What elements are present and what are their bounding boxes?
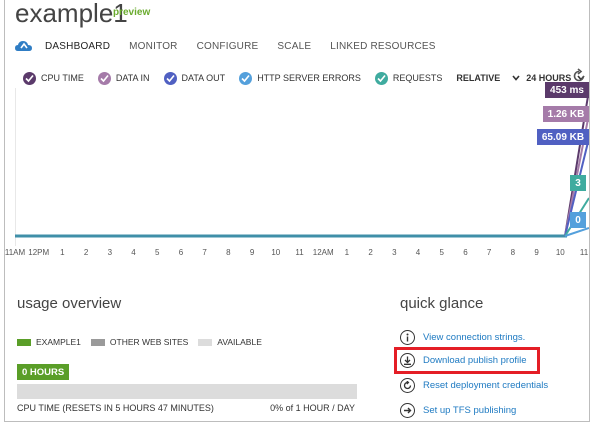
cloud-icon [15,41,32,51]
tab-configure[interactable]: CONFIGURE [197,41,259,52]
highlight-box [394,347,540,374]
tab-scale[interactable]: SCALE [277,41,311,52]
x-tick-label: 7 [486,248,492,257]
relative-toggle[interactable]: RELATIVE [456,73,500,83]
reset-icon [400,378,415,393]
tab-monitor[interactable]: MONITOR [129,41,177,52]
x-tick-label: 7 [202,248,207,257]
x-tick-label: 6 [463,248,468,257]
x-tick-label: 2 [83,248,89,257]
check-icon [374,71,388,85]
nav-bar: DASHBOARD MONITOR CONFIGURE SCALE LINKED… [15,38,455,54]
x-tick-label: 3 [392,248,397,257]
check-icon [23,71,36,85]
link-set-up-tfs-publishing[interactable]: Set up TFS publishing [400,403,516,418]
legend-item-available: AVAILABLE [198,337,262,347]
chart-canvas [14,88,589,246]
x-tick-label: 10 [271,248,281,257]
metric-data-in[interactable]: DATA IN [97,71,150,85]
x-tick-label: 10 [555,248,565,257]
value-label-data-out: 65.09 KB [537,129,589,145]
arrow-right-icon [400,403,415,418]
x-tick-label: 4 [415,248,421,257]
x-tick-label: 11 [295,248,304,257]
metric-data-out[interactable]: DATA OUT [163,71,226,85]
x-tick-label: 2 [368,248,373,257]
cpu-usage-percent: 0% of 1 HOUR / DAY [270,403,355,413]
metrics-bar: CPU TIME DATA IN DATA OUT HTTP SERVER ER… [23,71,585,85]
legend-item-other-web-sites: OTHER WEB SITES [90,337,188,347]
x-tick-label: 11AM [4,248,26,257]
x-tick-label: 11 [579,248,589,257]
usage-overview-title: usage overview [17,295,122,312]
x-tick-label: 9 [534,248,539,257]
hours-used-badge: 0 HOURS [17,364,70,380]
chevron-down-icon [512,75,520,81]
info-icon [400,330,415,345]
link-reset-deployment-credentials[interactable]: Reset deployment credentials [400,378,548,393]
value-label-cpu-time: 453 ms [545,82,589,98]
x-tick-label: 8 [226,248,231,257]
cpu-usage-bar [17,384,357,399]
x-tick-label: 6 [178,248,184,257]
value-label-data-in: 1.26 KB [543,106,589,122]
value-label-requests: 3 [570,175,586,191]
x-tick-label: 1 [344,248,350,257]
check-icon [163,71,177,85]
x-tick-label: 3 [107,248,113,257]
metric-label: DATA IN [115,73,150,83]
x-tick-label: 8 [510,248,516,257]
x-tick-label: 12AM [312,248,334,257]
metric-label: HTTP SERVER ERRORS [257,73,361,83]
metrics-chart: 453 ms 1.26 KB 65.09 KB 3 0 [14,82,589,246]
x-tick-label: 12PM [28,248,50,257]
chart-x-axis: 11AM 12PM 1 2 3 4 5 6 7 8 9 10 11 12AM 1 2 3 4 5 6 7 8 9 10 11 [4,246,589,260]
check-icon [239,71,253,85]
x-tick-label: 5 [439,248,444,257]
link-view-connection-strings[interactable]: View connection strings. [400,330,525,345]
metric-label: DATA OUT [181,73,226,83]
tab-dashboard[interactable]: DASHBOARD [45,41,110,52]
check-icon [97,71,111,85]
x-tick-label: 4 [131,248,136,257]
metric-requests[interactable]: REQUESTS [374,71,443,85]
metric-http-server-errors[interactable]: HTTP SERVER ERRORS [239,71,361,85]
metric-label: REQUESTS [392,73,443,83]
metric-cpu-time[interactable]: CPU TIME [23,71,84,85]
dashboard-frame: example1 preview DASHBOARD MONITOR CONFI… [4,0,590,422]
cpu-time-label: CPU TIME (RESETS IN 5 HOURS 47 MINUTES) [17,403,214,413]
usage-legend: EXAMPLE1 OTHER WEB SITES AVAILABLE [17,337,272,347]
tab-linked-resources[interactable]: LINKED RESOURCES [330,41,435,52]
metric-label: CPU TIME [41,73,84,83]
page-title: example1 [15,0,128,28]
x-tick-label: 5 [155,248,160,257]
x-tick-label: 1 [60,248,65,257]
legend-item-example1: EXAMPLE1 [17,337,81,347]
x-tick-label: 9 [249,248,255,257]
quick-glance-title: quick glance [400,295,484,312]
value-label-http-errors: 0 [570,212,586,228]
preview-badge: preview [113,7,151,18]
